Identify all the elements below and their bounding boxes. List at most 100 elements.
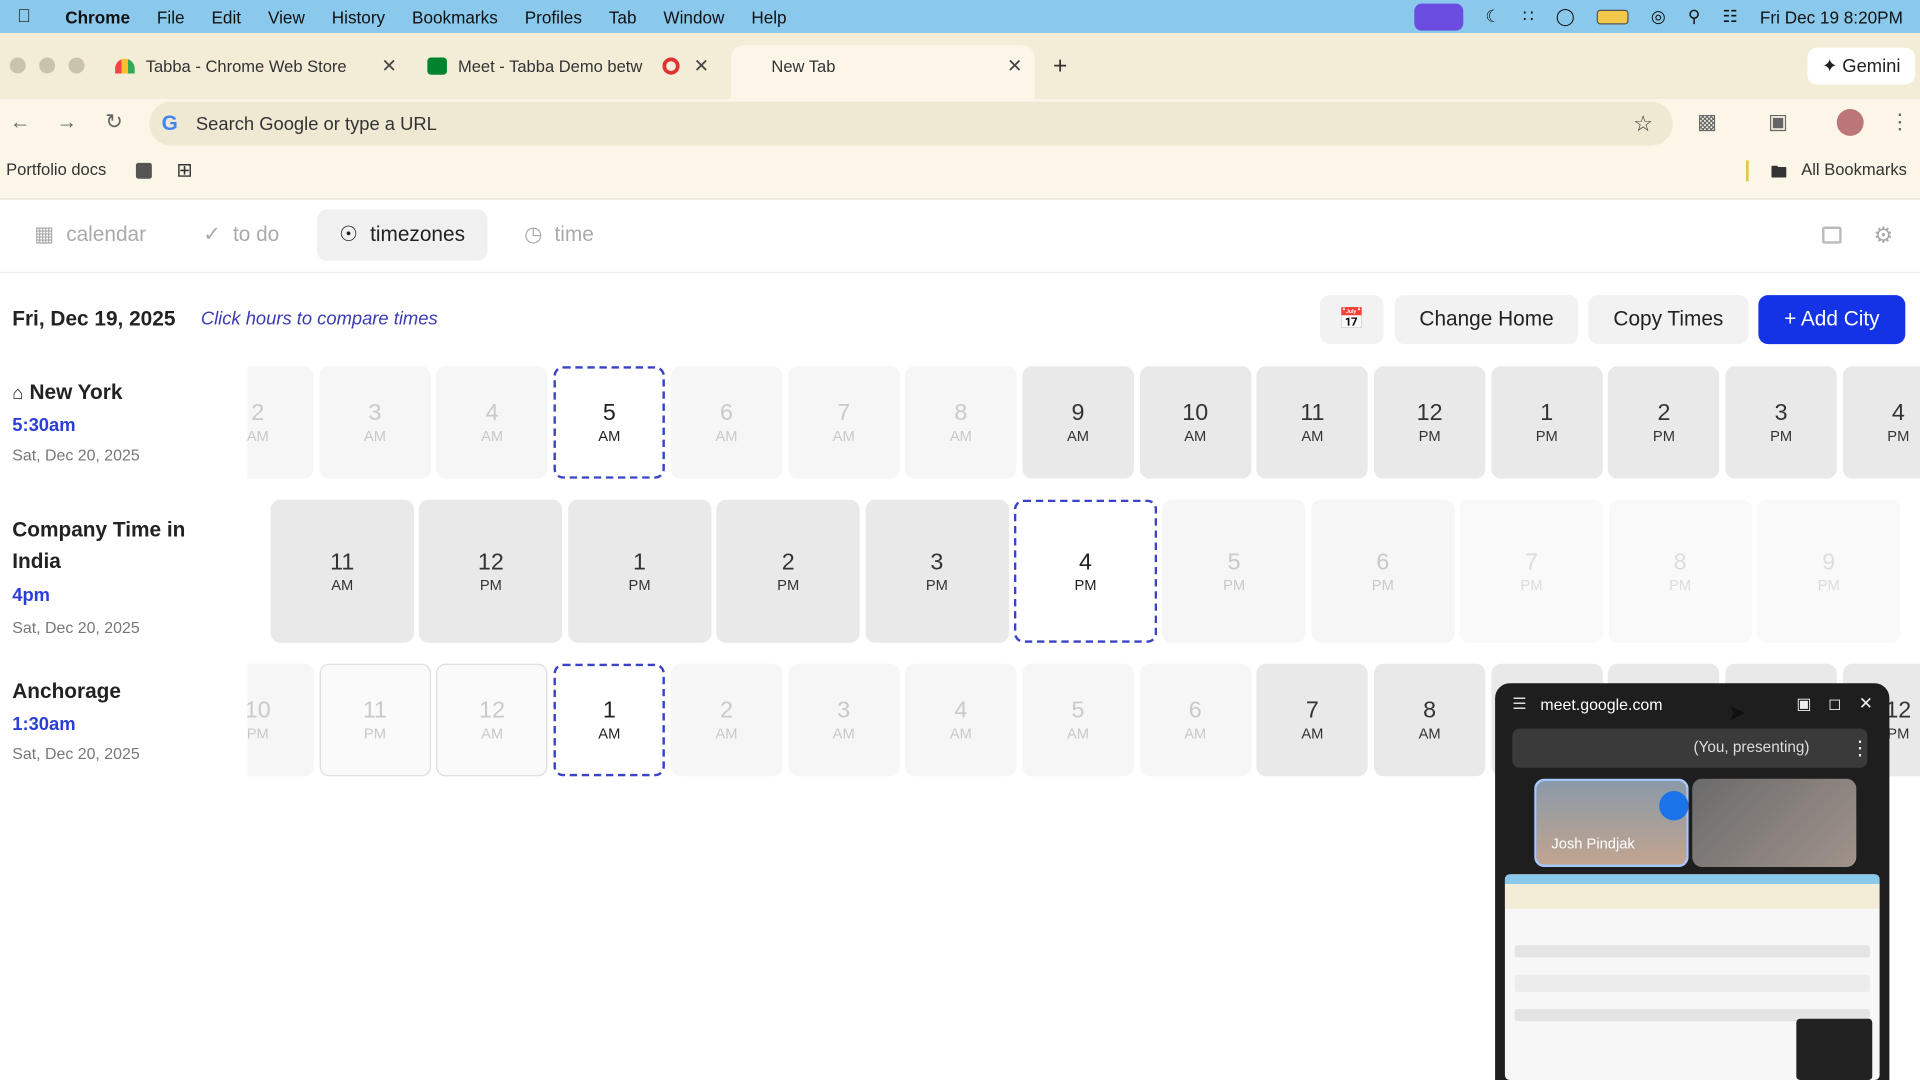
hour-cell[interactable]: 10 PM (247, 663, 314, 777)
menu-file[interactable]: File (157, 7, 185, 27)
hour-cell[interactable]: 5 PM (1162, 499, 1306, 643)
tab-new-tab[interactable]: New Tab ✕ (771, 50, 1022, 82)
star-icon[interactable]: ☆ (1633, 111, 1653, 137)
hour-cell[interactable]: 11 PM (319, 663, 431, 777)
hour-cell[interactable]: 4 PM (1013, 499, 1158, 643)
bookmark-portfolio-docs[interactable]: Portfolio docs (6, 160, 106, 178)
hour-cell[interactable]: 8 AM (905, 366, 1017, 479)
close-window-dot[interactable] (9, 57, 26, 74)
hour-cell[interactable]: 8 AM (1373, 663, 1486, 777)
hour-cell[interactable]: 7 AM (1256, 663, 1369, 777)
tab-timezones[interactable]: ☉ timezones (317, 209, 488, 261)
wifi-icon[interactable]: ◎ (1651, 6, 1666, 27)
hour-cell[interactable]: 6 AM (670, 366, 783, 479)
hour-cell[interactable]: 7 PM (1459, 499, 1604, 643)
hour-number: 1 (633, 549, 647, 575)
sidebar-toggle-icon[interactable] (1822, 226, 1842, 244)
zoom-window-dot[interactable] (68, 57, 85, 74)
hour-cell[interactable]: 9AM (1022, 366, 1134, 479)
hour-cell[interactable]: 2 PM (1608, 366, 1720, 479)
hour-cell[interactable]: 4 PM (1842, 366, 1920, 479)
menu-tab[interactable]: Tab (609, 7, 637, 27)
all-bookmarks[interactable]: All Bookmarks (1801, 160, 1907, 178)
kebab-menu-icon[interactable]: ⋮ (1889, 110, 1910, 134)
add-city-button[interactable]: + Add City (1758, 295, 1906, 345)
expand-icon[interactable]: ◻ (1828, 694, 1841, 714)
hour-cell[interactable]: 4 AM (905, 663, 1017, 777)
menu-window[interactable]: Window (663, 7, 724, 27)
menu-view[interactable]: View (268, 7, 305, 27)
hour-cell[interactable]: 1 PM (567, 499, 712, 643)
minimize-window-dot[interactable] (39, 57, 56, 74)
menu-history[interactable]: History (332, 7, 385, 27)
bluetooth-icon[interactable]: ∷ (1523, 6, 1534, 27)
change-home-button[interactable]: Change Home (1394, 295, 1579, 345)
menu-bookmarks[interactable]: Bookmarks (412, 7, 498, 27)
hour-cell[interactable]: 3 AM (787, 663, 900, 777)
apple-icon[interactable]:  (17, 6, 31, 27)
hour-cell[interactable]: 3 PM (1725, 366, 1837, 479)
more-vert-icon[interactable]: ⋮ (1850, 736, 1870, 760)
hour-cell[interactable]: 11AM (1256, 366, 1369, 479)
menu-edit[interactable]: Edit (211, 7, 241, 27)
hour-cell[interactable]: 5 AM (553, 366, 666, 479)
control-center-icon[interactable]: ☷ (1723, 6, 1738, 27)
tab-time[interactable]: ◷ time (524, 209, 594, 260)
hour-cell[interactable]: 8 PM (1608, 499, 1752, 643)
meet-pip-window[interactable]: ☰ meet.google.com ▣ ◻ ✕ (You, presenting… (1495, 683, 1890, 1080)
close-icon[interactable]: ✕ (1007, 55, 1022, 77)
avatar[interactable] (1836, 108, 1864, 136)
menu-profiles[interactable]: Profiles (525, 7, 582, 27)
search-icon[interactable]: ⚲ (1688, 6, 1701, 27)
hour-cell[interactable]: 2 PM (716, 499, 860, 643)
site-settings-icon[interactable]: ☰ (1512, 694, 1526, 714)
hour-cell[interactable]: 10AM (1139, 366, 1251, 479)
hour-cell[interactable]: 6 PM (1311, 499, 1455, 643)
omnibox[interactable]: G Search Google or type a URL ☆ (149, 101, 1673, 146)
forward-arrow-icon[interactable]: → (56, 110, 77, 134)
apps-grid-icon[interactable]: ⊞ (176, 158, 192, 182)
copy-times-button[interactable]: Copy Times (1588, 295, 1749, 345)
tab-meet[interactable]: Meet - Tabba Demo betw ✕ (427, 50, 709, 82)
menu-help[interactable]: Help (751, 7, 786, 27)
bookmark-square-icon[interactable] (135, 162, 152, 179)
menu-app-name[interactable]: Chrome (65, 7, 130, 27)
hour-cell[interactable]: 11AM (270, 499, 414, 643)
hour-cell[interactable]: 3 PM (865, 499, 1009, 643)
hour-cell[interactable]: 3 AM (319, 366, 431, 479)
reload-icon[interactable]: ↻ (105, 110, 122, 134)
participant-tile[interactable]: Josh Pindjak (1534, 778, 1689, 867)
close-icon[interactable]: ✕ (381, 55, 396, 77)
tab-search-icon[interactable]: ▣ (1768, 110, 1788, 134)
hour-cell[interactable]: 2 AM (670, 663, 783, 777)
moon-icon[interactable]: ☾ (1485, 6, 1500, 27)
hour-cell[interactable]: 12 PM (1373, 366, 1486, 479)
participant-tile-blurred[interactable] (1692, 778, 1857, 867)
new-tab-plus-icon[interactable]: + (1053, 50, 1067, 82)
hour-cell[interactable]: 6 AM (1139, 663, 1251, 777)
hour-cell[interactable]: 1 PM (1491, 366, 1603, 479)
hour-cell[interactable]: 12 AM (436, 663, 548, 777)
close-icon[interactable]: ✕ (1859, 693, 1873, 714)
menubar-clock[interactable]: Fri Dec 19 8:20PM (1760, 7, 1903, 27)
user-icon[interactable]: ◯ (1556, 6, 1575, 27)
hour-cell[interactable]: 12 PM (419, 499, 563, 643)
back-arrow-icon[interactable]: ← (10, 110, 31, 134)
calendar-picker-button[interactable]: 📅 (1320, 295, 1384, 345)
gear-icon[interactable]: ⚙ (1873, 223, 1893, 249)
tab-chrome-web-store[interactable]: Tabba - Chrome Web Store ✕ (115, 50, 397, 82)
hour-cell[interactable]: 4 AM (436, 366, 548, 479)
gemini-button[interactable]: ✦ Gemini (1807, 47, 1916, 85)
hour-cell[interactable]: 2 AM (247, 366, 314, 479)
hour-cell[interactable]: 1 AM (553, 663, 666, 777)
hour-cell[interactable]: 9 PM (1757, 499, 1901, 643)
extensions-icon[interactable]: ▩ (1697, 110, 1717, 134)
screen-share-icon[interactable] (1414, 3, 1464, 31)
battery-icon[interactable] (1597, 9, 1629, 24)
camera-icon[interactable]: ▣ (1796, 694, 1811, 714)
hour-cell[interactable]: 7 AM (787, 366, 900, 479)
tab-todo[interactable]: ✓ to do (203, 209, 279, 260)
close-icon[interactable]: ✕ (694, 55, 709, 77)
tab-calendar[interactable]: ▦ calendar (34, 209, 146, 260)
hour-cell[interactable]: 5 AM (1022, 663, 1134, 777)
